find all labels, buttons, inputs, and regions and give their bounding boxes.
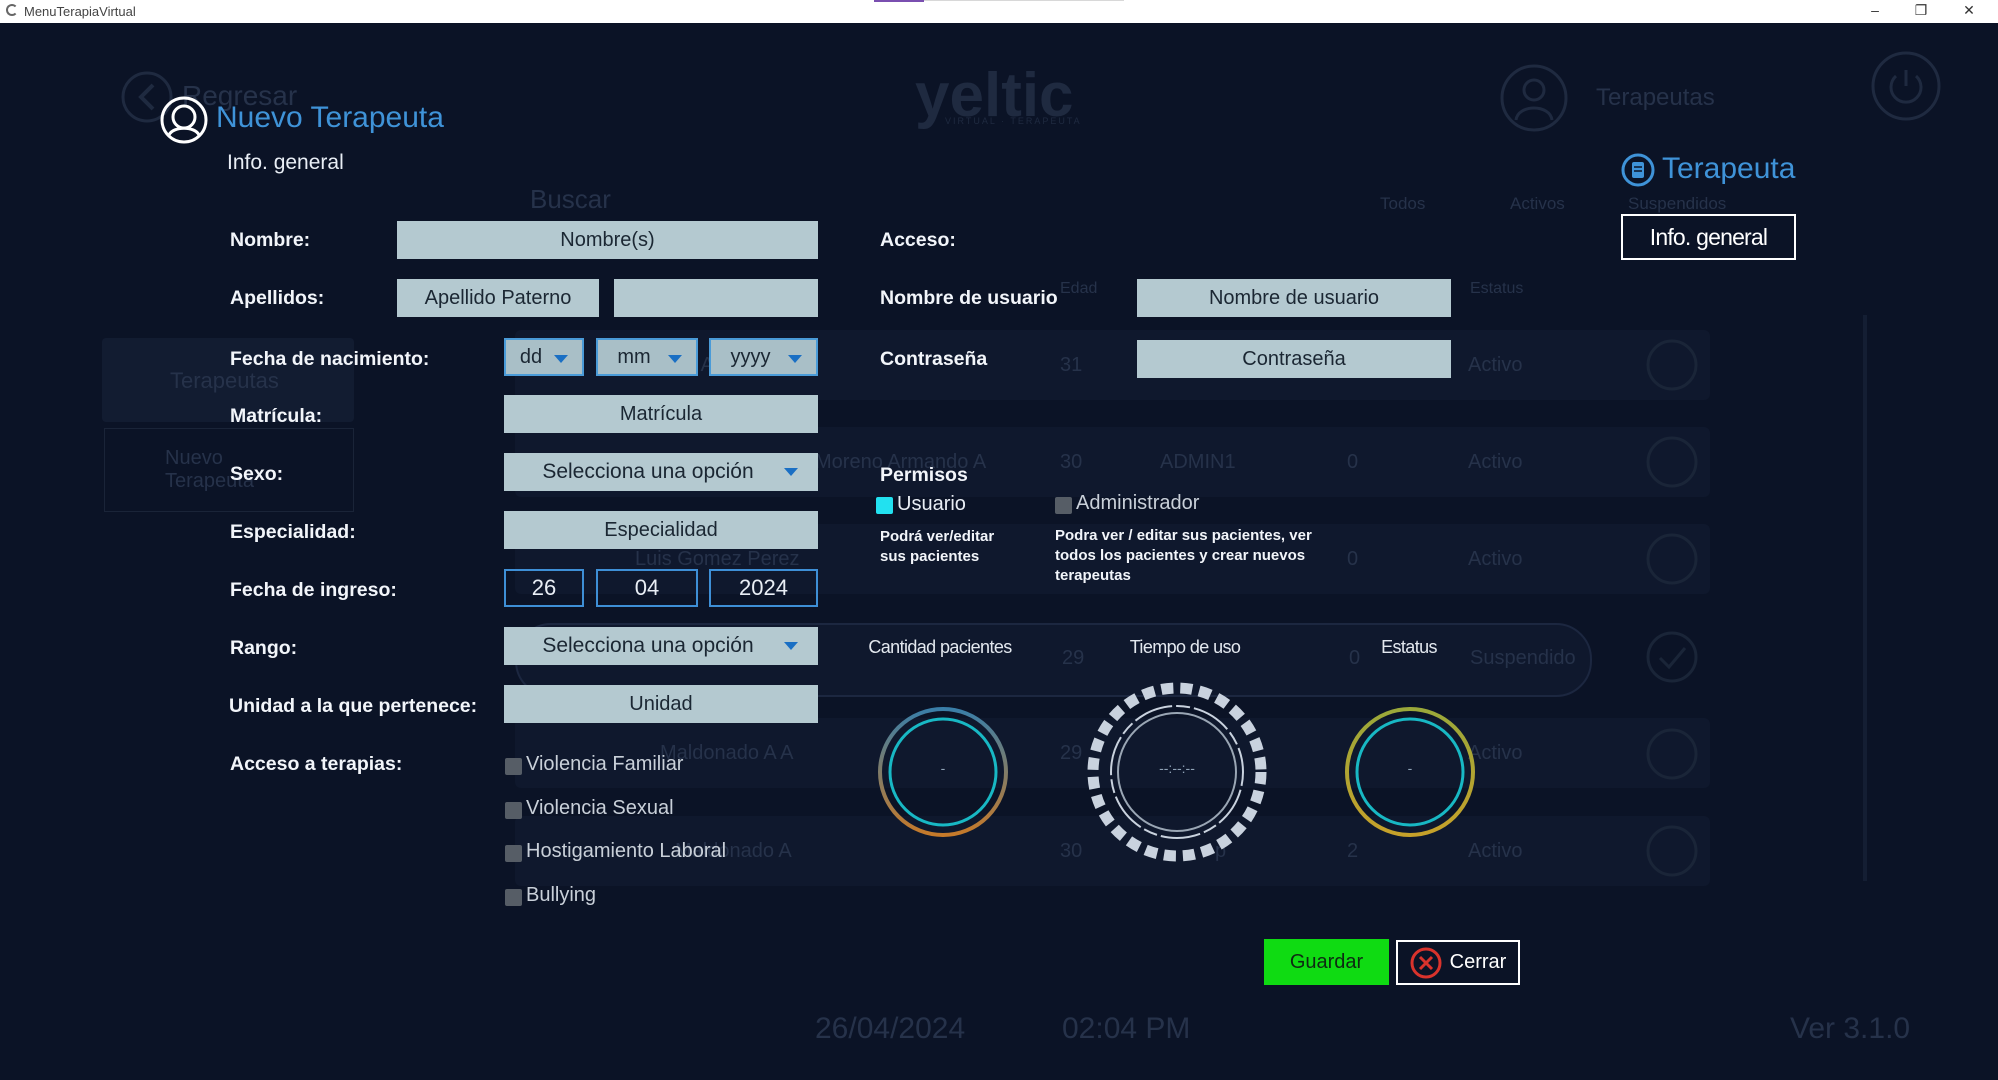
nombre-label: Nombre:	[230, 229, 311, 251]
sexo-label: Sexo:	[230, 463, 284, 485]
apellido-paterno-input[interactable]: Apellido Paterno	[397, 279, 599, 317]
power-icon	[1871, 51, 1941, 121]
close-window-button[interactable]: ✕	[1946, 0, 1992, 23]
fecha-nacimiento-label: Fecha de nacimiento:	[230, 348, 430, 370]
user-avatar-icon	[160, 96, 208, 144]
side-menu-nuevo: Nuevo Terapeuta	[104, 428, 354, 512]
estatus-value: -	[1407, 760, 1413, 776]
cerrar-label: Cerrar	[1449, 951, 1507, 973]
header-section-label: Terapeutas	[1596, 84, 1715, 111]
footer-time: 02:04 PM	[1062, 1012, 1191, 1045]
ingreso-day-input[interactable]: 26	[504, 569, 584, 607]
filter-todos: Todos	[1380, 194, 1426, 213]
window-title-bar: MenuTerapiaVirtual – ❐ ✕	[0, 0, 1998, 23]
col-edad: Edad	[1060, 280, 1098, 297]
therapist-avatar-icon	[1500, 64, 1568, 132]
usuario-permission-checkbox[interactable]	[876, 497, 893, 514]
bg-scrollbar	[1863, 315, 1867, 881]
restore-button[interactable]: ❐	[1898, 0, 1944, 23]
tiempo-uso-value: --:--:--	[1159, 760, 1195, 776]
permisos-label: Permisos	[880, 464, 968, 486]
hostigamiento-laboral-checkbox[interactable]	[505, 845, 522, 862]
matricula-input[interactable]: Matrícula	[504, 395, 818, 433]
hostigamiento-laboral-label: Hostigamiento Laboral	[526, 840, 727, 862]
terapeuta-icon	[1621, 153, 1655, 187]
sexo-select[interactable]: Selecciona una opción	[504, 453, 818, 491]
bullying-label: Bullying	[526, 884, 597, 906]
dialog-title: Nuevo Terapeuta	[216, 101, 444, 134]
chevron-down-icon	[788, 355, 802, 363]
tab-info-general[interactable]: Info. general	[1621, 214, 1796, 260]
titlebar-line	[924, 0, 1124, 1]
tiempo-uso-title: Tiempo de uso	[1129, 637, 1241, 657]
nombre-input[interactable]: Nombre(s)	[397, 221, 818, 259]
filter-activos: Activos	[1510, 194, 1565, 213]
fecha-ingreso-label: Fecha de ingreso:	[230, 579, 397, 601]
therapist-icon	[1646, 533, 1698, 585]
chevron-down-icon	[554, 355, 568, 363]
chevron-down-icon	[784, 642, 798, 650]
bullying-checkbox[interactable]	[505, 889, 522, 906]
therapist-icon	[1646, 825, 1698, 877]
guardar-button[interactable]: Guardar	[1264, 939, 1389, 985]
cerrar-button[interactable]: Cerrar	[1396, 940, 1520, 985]
dob-year-select[interactable]: yyyy	[709, 338, 818, 376]
usuario-input[interactable]: Nombre de usuario	[1137, 279, 1451, 317]
estatus-title: Estatus	[1381, 637, 1437, 657]
minimize-button[interactable]: –	[1852, 0, 1898, 23]
chevron-down-icon	[668, 355, 682, 363]
admin-permission-desc: Podra ver / editar sus pacientes, ver to…	[1055, 527, 1312, 584]
window-title: MenuTerapiaVirtual	[24, 4, 136, 19]
footer-date: 26/04/2024	[815, 1012, 966, 1045]
ingreso-year-input[interactable]: 2024	[709, 569, 818, 607]
col-estatus: Estatus	[1470, 280, 1524, 297]
unidad-input[interactable]: Unidad	[504, 685, 818, 723]
matricula-label: Matrícula:	[230, 405, 323, 427]
search-label: Buscar	[530, 184, 611, 214]
violencia-familiar-label: Violencia Familiar	[526, 753, 684, 775]
contrasena-input[interactable]: Contraseña	[1137, 340, 1451, 378]
violencia-sexual-checkbox[interactable]	[505, 802, 522, 819]
especialidad-input[interactable]: Especialidad	[504, 511, 818, 549]
cantidad-pacientes-value: -	[940, 760, 946, 776]
apellido-materno-input[interactable]	[614, 279, 818, 317]
rango-value: Selecciona una opción	[542, 634, 754, 657]
dob-month-select[interactable]: mm	[596, 338, 698, 376]
acceso-label: Acceso:	[880, 229, 956, 251]
contrasena-label: Contraseña	[880, 348, 988, 370]
especialidad-label: Especialidad:	[230, 521, 356, 543]
chevron-down-icon	[784, 468, 798, 476]
usuario-label: Nombre de usuario	[880, 287, 1058, 309]
usuario-permission-desc: Podrá ver/editar sus pacientes	[880, 528, 995, 565]
check-icon	[1646, 631, 1698, 683]
unidad-label: Unidad a la que pertenece:	[229, 695, 478, 717]
violencia-sexual-label: Violencia Sexual	[526, 797, 674, 819]
rango-select[interactable]: Selecciona una opción	[504, 627, 818, 665]
sexo-value: Selecciona una opción	[542, 460, 754, 483]
cantidad-pacientes-title: Cantidad pacientes	[868, 637, 1012, 657]
ingreso-month-input[interactable]: 04	[596, 569, 698, 607]
usuario-permission-label: Usuario	[897, 493, 966, 515]
apellidos-label: Apellidos:	[230, 287, 325, 309]
therapist-icon	[1646, 728, 1698, 780]
filter-suspendidos: Suspendidos	[1628, 194, 1727, 213]
footer-version: Ver 3.1.0	[1790, 1012, 1911, 1045]
violencia-familiar-checkbox[interactable]	[505, 758, 522, 775]
app-icon	[6, 4, 18, 16]
dialog-subtitle: Info. general	[227, 151, 344, 174]
admin-permission-checkbox[interactable]	[1055, 497, 1072, 514]
brand-subtitle: VIRTUAL · TERAPEUTA	[945, 116, 1082, 126]
dob-year-value: yyyy	[730, 345, 771, 368]
therapist-icon	[1646, 339, 1698, 391]
dob-day-select[interactable]: dd	[504, 338, 584, 376]
right-panel-title: Terapeuta	[1662, 152, 1796, 185]
rango-label: Rango:	[230, 637, 298, 659]
titlebar-accent	[874, 0, 924, 2]
acceso-terapias-label: Acceso a terapias:	[230, 753, 403, 775]
admin-permission-label: Administrador	[1076, 492, 1200, 514]
therapist-icon	[1646, 436, 1698, 488]
close-circle-icon	[1410, 947, 1442, 978]
